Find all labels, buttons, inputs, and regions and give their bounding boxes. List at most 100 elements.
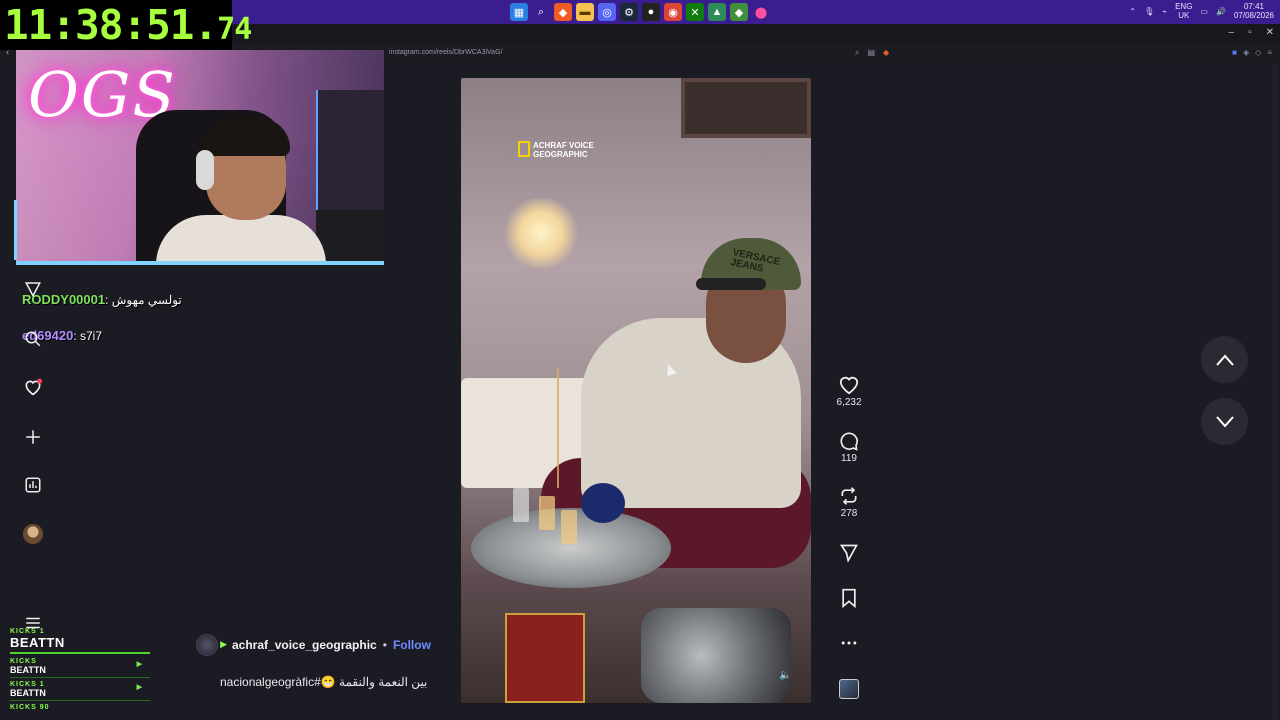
tea-glass: [539, 496, 555, 530]
profile-avatar[interactable]: [23, 524, 43, 544]
brave-shields-icon[interactable]: ◆: [883, 48, 889, 58]
streamer-shirt: [156, 215, 326, 261]
create-plus-icon[interactable]: [22, 426, 44, 448]
chevron-up-icon[interactable]: ⌃: [1129, 7, 1136, 16]
comment-button[interactable]: 119: [834, 431, 864, 464]
dashboard-icon[interactable]: [22, 474, 44, 496]
language-indicator[interactable]: ENG UK: [1175, 2, 1192, 20]
notifications-heart-icon[interactable]: [22, 376, 44, 398]
timer-ms: 74: [217, 12, 252, 47]
follow-button[interactable]: Follow: [393, 638, 431, 652]
headset: [196, 150, 214, 190]
usb-icon[interactable]: ⌁: [1162, 7, 1167, 16]
tea-glass: [513, 488, 529, 522]
reader-mode-icon[interactable]: ▤: [867, 48, 875, 58]
tea-pour-stream: [557, 368, 559, 488]
chat-separator: :: [105, 293, 112, 307]
kicks-row-name: BEATTN: [10, 665, 46, 675]
maps-pin-icon[interactable]: ⬤: [752, 3, 770, 21]
next-reel-button[interactable]: [1201, 398, 1248, 445]
kicks-leaderboard: KICKS 1 BEATTN KICKS BEATTN ▶ KICKS 1 BE…: [10, 628, 150, 711]
volume-icon[interactable]: 🔊: [1216, 7, 1226, 16]
url-field[interactable]: instagram.com/reels/DbrWCA3iVaG/: [389, 49, 502, 56]
zoom-icon[interactable]: ⌕: [855, 48, 859, 58]
window-controls: – ▫ ✕: [1229, 27, 1275, 38]
author-username[interactable]: achraf_voice_geographic: [232, 638, 377, 652]
microphone-icon[interactable]: 🎙: [1144, 7, 1154, 16]
brave-browser-icon[interactable]: ◆: [554, 3, 572, 21]
streamer-hair: [202, 118, 290, 156]
chevron-down-icon: [1215, 415, 1234, 428]
kicks-label: KICKS 1: [10, 628, 45, 635]
cooking-pots: [641, 608, 791, 703]
audio-track-thumbnail[interactable]: [839, 679, 859, 699]
tea-glass: [561, 510, 577, 544]
discord-icon[interactable]: ◎: [598, 3, 616, 21]
app-icon[interactable]: ▲: [708, 3, 726, 21]
extension-icon[interactable]: ◈: [1243, 48, 1249, 57]
tea-box: [505, 613, 585, 703]
timer-main: 11:38:51.: [4, 1, 218, 49]
kicks-divider: [10, 700, 150, 701]
kicks-row: KICKS BEATTN ▶: [10, 658, 150, 675]
lamp-glow: [501, 198, 581, 268]
chrome-icon[interactable]: ◉: [664, 3, 682, 21]
like-button[interactable]: 6,232: [834, 375, 864, 408]
like-count: 6,232: [836, 397, 862, 408]
page-scrollbar[interactable]: [1272, 64, 1278, 720]
separator-dot: •: [382, 638, 387, 652]
language-code: ENG: [1175, 2, 1193, 11]
chat-text: s7i7: [80, 329, 103, 343]
obs-icon[interactable]: ●: [642, 3, 660, 21]
extension-icon[interactable]: ■: [1232, 48, 1237, 57]
reel-video[interactable]: ACHRAF VOICE GEOGRAPHIC VERSACE JEANS 🔈: [461, 78, 811, 703]
menu-icon[interactable]: ≡: [1267, 48, 1272, 57]
watermark-line: GEOGRAPHIC: [533, 150, 588, 159]
webcam-frame-accent: [14, 200, 17, 260]
screen: ▦ ⌕ ◆ ▬ ◎ ⚙ ● ◉ ✕ ▲ ◆ ⬤ ⌃ 🎙 ⌁ ENG UK ▭ 🔊…: [0, 0, 1280, 720]
extensions-bar: ■ ◈ ◇ ≡: [1232, 48, 1272, 57]
volume-icon[interactable]: 🔈: [779, 670, 791, 681]
reel-caption: nacionalgeogràfic#😁 بين النعمة والنقمة: [220, 675, 428, 689]
windows-start-icon[interactable]: ▦: [510, 3, 528, 21]
file-explorer-icon[interactable]: ▬: [576, 3, 594, 21]
wall-picture: [681, 78, 811, 138]
previous-reel-button[interactable]: [1201, 336, 1248, 383]
watermark-line: ACHRAF VOICE: [533, 141, 594, 150]
steam-icon[interactable]: ⚙: [620, 3, 638, 21]
more-icon: [841, 641, 857, 645]
minimize-button[interactable]: –: [1229, 27, 1235, 38]
extension-icon[interactable]: ◇: [1255, 48, 1261, 57]
language-region: UK: [1178, 11, 1190, 20]
repost-button[interactable]: 278: [834, 486, 864, 519]
clock[interactable]: 07:41 07/08/2026: [1234, 2, 1274, 20]
video-watermark: ACHRAF VOICE GEOGRAPHIC: [533, 141, 594, 159]
close-button[interactable]: ✕: [1266, 27, 1274, 38]
chat-separator: :: [73, 329, 80, 343]
teapot: [581, 483, 625, 523]
author-avatar[interactable]: ▶: [196, 634, 227, 656]
explore-icon[interactable]: [22, 278, 44, 300]
maximize-button[interactable]: ▫: [1248, 27, 1252, 38]
kicks-bar: [10, 652, 150, 654]
chat-text: تولسي مهوش: [111, 293, 182, 307]
xbox-icon[interactable]: ✕: [686, 3, 704, 21]
play-icon: ▶: [220, 639, 227, 649]
share-button[interactable]: [834, 543, 864, 563]
search-icon[interactable]: ⌕: [532, 3, 550, 21]
more-options-button[interactable]: [834, 633, 864, 653]
repost-count: 278: [840, 508, 858, 519]
kicks-row-label: KICKS: [10, 658, 37, 665]
app-icon[interactable]: ◆: [730, 3, 748, 21]
comment-icon: [840, 432, 858, 451]
kicks-row-name: BEATTN: [10, 688, 46, 698]
taskbar-apps: ▦ ⌕ ◆ ▬ ◎ ⚙ ● ◉ ✕ ▲ ◆ ⬤: [510, 3, 770, 21]
bookmark-icon: [842, 588, 856, 608]
network-icon[interactable]: ▭: [1200, 7, 1208, 16]
save-button[interactable]: [834, 588, 864, 608]
search-icon[interactable]: [22, 328, 44, 350]
play-icon: ▶: [136, 661, 142, 668]
send-icon: [839, 544, 858, 563]
webcam-desk: [316, 210, 384, 261]
kicks-row: KICKS 1 BEATTN ▶: [10, 681, 150, 698]
